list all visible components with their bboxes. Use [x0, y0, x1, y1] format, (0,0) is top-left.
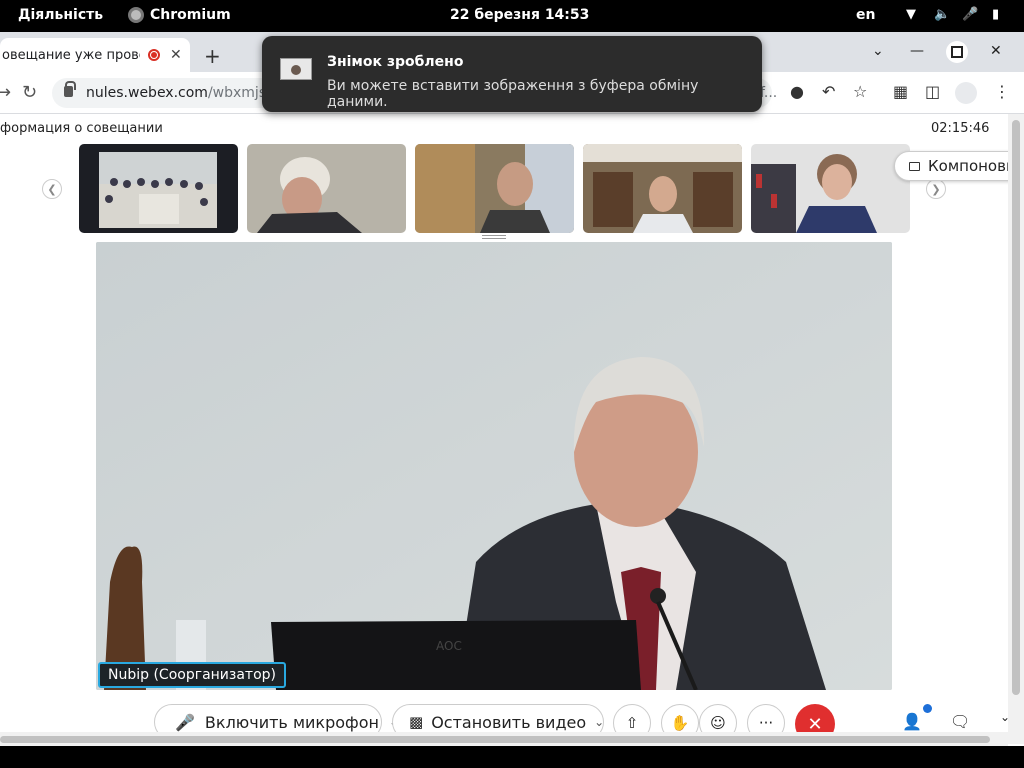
notification-dot [923, 704, 932, 713]
participant-video[interactable] [415, 144, 574, 233]
stop-video-button-label: Остановить видео [431, 712, 587, 732]
minimize-button[interactable]: — [910, 43, 924, 59]
participant-video[interactable] [751, 144, 910, 233]
strip-next-icon[interactable]: ❯ [926, 179, 946, 199]
notification-body: Ви можете вставити зображення з буфера о… [327, 78, 699, 110]
screenshot-notification[interactable]: Знімок зроблено Ви можете вставити зобра… [262, 36, 762, 112]
maximize-button[interactable] [946, 41, 968, 63]
battery-icon[interactable]: ▮ [992, 7, 999, 22]
active-speaker-video[interactable]: AOC [96, 242, 892, 690]
participant-video-image [583, 144, 742, 233]
microphone-icon[interactable]: 🎤 [962, 7, 978, 22]
tab-search-icon[interactable]: ⌄ [872, 43, 884, 59]
screen-bottom-edge [0, 746, 1024, 768]
layout-button[interactable]: Компоновк [894, 151, 1008, 181]
volume-icon[interactable]: 🔈 [934, 7, 950, 22]
participant-video[interactable] [247, 144, 406, 233]
clock[interactable]: 22 березня 14:53 [450, 7, 589, 23]
vertical-scroll-thumb[interactable] [1012, 120, 1020, 695]
menu-kebab-icon[interactable]: ⋮ [994, 82, 1010, 101]
chat-icon[interactable]: 🗨 [950, 712, 970, 731]
activities-button[interactable]: Діяльність [18, 7, 103, 23]
meeting-timer: 02:15:46 [931, 121, 990, 136]
participant-video-image [415, 144, 574, 233]
svg-text:AOC: AOC [436, 639, 462, 653]
video-camera-icon: ▩ [409, 713, 424, 731]
url-text: nules.webex.com/wbxmjs/jo [86, 85, 283, 101]
camera-icon[interactable]: ● [790, 82, 804, 101]
new-tab-button[interactable]: + [204, 44, 221, 68]
horizontal-scroll-thumb[interactable] [0, 736, 990, 743]
panel-chevron-icon[interactable]: ⌄ [1000, 710, 1008, 724]
wifi-icon[interactable]: ▼ [906, 7, 916, 22]
app-name: Chromium [150, 7, 231, 23]
layout-button-label: Компоновк [928, 157, 1008, 175]
app-menu[interactable]: Chromium [128, 7, 231, 23]
resize-handle[interactable] [482, 235, 506, 239]
profile-avatar-icon[interactable] [955, 82, 977, 104]
more-options-icon: ··· [758, 714, 774, 732]
vertical-scrollbar[interactable] [1008, 114, 1024, 744]
extensions-icon[interactable]: ▦ [893, 82, 908, 101]
lock-icon[interactable] [64, 81, 76, 97]
recording-icon [148, 49, 160, 61]
system-top-bar: Діяльність Chromium 22 березня 14:53 en … [0, 0, 1024, 32]
url-trail: f... [760, 85, 778, 101]
active-speaker-name: Nubip (Соорганизатор) [98, 662, 286, 688]
meeting-info-link[interactable]: формация о совещании [0, 121, 163, 136]
unmute-button-label: Включить микрофон [204, 712, 379, 732]
tab-title: овещание уже прово [2, 47, 140, 63]
screenshot-thumbnail [280, 58, 312, 80]
tab-close-icon[interactable]: ✕ [170, 47, 182, 63]
side-panel-icon[interactable]: ◫ [925, 82, 940, 101]
notification-title: Знімок зроблено [327, 54, 464, 70]
forward-icon[interactable]: → [0, 82, 11, 103]
participant-video-image [247, 144, 406, 233]
share-icon[interactable]: ↶ [822, 82, 835, 101]
room-video-image [79, 144, 238, 233]
bookmark-star-icon[interactable]: ☆ [853, 82, 867, 101]
close-window-button[interactable]: ✕ [990, 43, 1002, 59]
horizontal-scrollbar[interactable] [0, 732, 1008, 746]
url-host: nules.webex.com [86, 85, 208, 101]
webex-meeting-page: формация о совещании 02:15:46 ❮ ❯ Компон… [0, 114, 1008, 744]
share-screen-icon: ⇧ [625, 714, 639, 732]
muted-microphone-icon: 🎤 [175, 712, 195, 732]
raise-hand-icon: ✋ [670, 714, 690, 732]
participant-video-image [751, 144, 910, 233]
chromium-icon [128, 7, 144, 23]
strip-prev-icon[interactable]: ❮ [42, 179, 62, 199]
participants-icon[interactable]: 👤 [902, 712, 922, 731]
tab-webex[interactable]: овещание уже прово ✕ [0, 38, 190, 72]
layout-icon [909, 161, 920, 171]
participant-video[interactable] [79, 144, 238, 233]
keyboard-layout[interactable]: en [856, 7, 875, 23]
screen: Діяльність Chromium 22 березня 14:53 en … [0, 0, 1024, 768]
participant-video[interactable] [583, 144, 742, 233]
chevron-down-icon[interactable]: ⌄ [594, 715, 604, 729]
reactions-icon: ☺ [710, 714, 726, 732]
speaker-video-image: AOC [96, 242, 892, 690]
reload-icon[interactable]: ↻ [22, 82, 37, 103]
